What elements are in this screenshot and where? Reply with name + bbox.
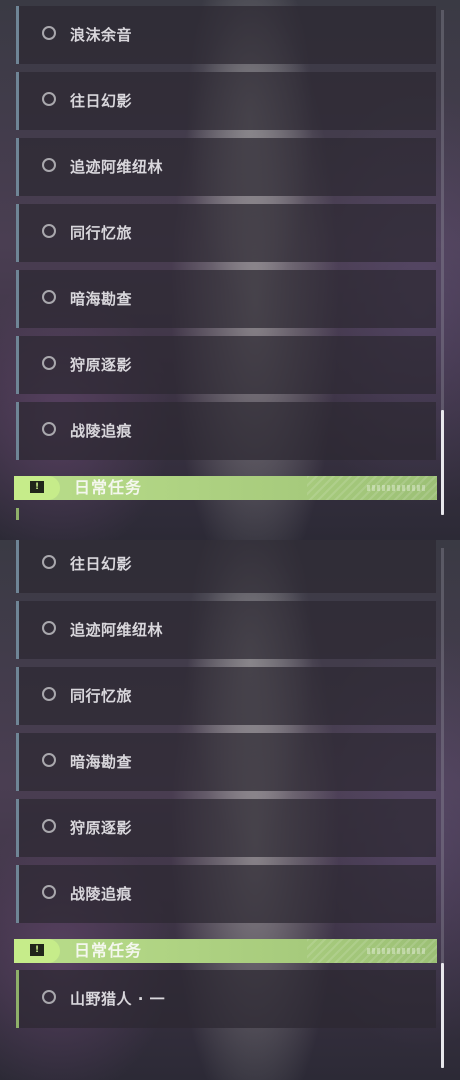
quest-item-label: 狩原逐影: [70, 356, 133, 374]
quest-item[interactable]: 狩原逐影: [16, 799, 436, 857]
quest-item[interactable]: 往日幻影: [16, 540, 436, 593]
quest-item[interactable]: 追迹阿维纽林: [16, 138, 436, 196]
quest-item-label: 同行忆旅: [70, 687, 133, 705]
quest-list-panel: 往日幻影 追迹阿维纽林 同行忆旅 暗海勘查 狩原逐影 战陵追痕 ! 日常任务 山…: [0, 540, 460, 1080]
radio-icon: [42, 92, 56, 106]
quest-item[interactable]: 狩原逐影: [16, 336, 436, 394]
radio-icon: [42, 555, 56, 569]
quest-item[interactable]: 同行忆旅: [16, 667, 436, 725]
quest-item[interactable]: 暗海勘查: [16, 270, 436, 328]
category-decoration-text: [367, 948, 427, 954]
quest-item-label: 追迹阿维纽林: [70, 621, 164, 639]
quest-item[interactable]: 战陵追痕: [16, 865, 436, 923]
quest-item[interactable]: 浪沫余音: [16, 6, 436, 64]
quest-item[interactable]: 战陵追痕: [16, 402, 436, 460]
category-icon-badge: !: [14, 939, 60, 963]
quest-item[interactable]: 同行忆旅: [16, 204, 436, 262]
radio-icon: [42, 26, 56, 40]
quest-item-label: 往日幻影: [70, 92, 133, 110]
radio-icon: [42, 621, 56, 635]
radio-icon: [42, 290, 56, 304]
quest-item[interactable]: 往日幻影: [16, 72, 436, 130]
quest-item-label: 山野猎人 · 一: [70, 990, 166, 1008]
radio-icon: [42, 819, 56, 833]
radio-icon: [42, 990, 56, 1004]
radio-icon: [42, 687, 56, 701]
exclamation-icon: !: [30, 481, 44, 493]
quest-item-label: 暗海勘查: [70, 290, 133, 308]
quest-item-label: 往日幻影: [70, 555, 133, 573]
radio-icon: [42, 885, 56, 899]
radio-icon: [42, 224, 56, 238]
daily-quest-item[interactable]: 山野猎人 · 一: [16, 970, 436, 1028]
radio-icon: [42, 753, 56, 767]
quest-item-label: 战陵追痕: [70, 885, 133, 903]
daily-item-edge: [16, 508, 19, 520]
quest-list-panel: 浪沫余音 往日幻影 追迹阿维纽林 同行忆旅 暗海勘查 狩原逐影 战陵追痕 ! 日…: [0, 0, 460, 540]
quest-item-label: 暗海勘查: [70, 753, 133, 771]
quest-item-label: 追迹阿维纽林: [70, 158, 164, 176]
quest-item[interactable]: 暗海勘查: [16, 733, 436, 791]
radio-icon: [42, 356, 56, 370]
category-icon-badge: !: [14, 476, 60, 500]
category-header-daily[interactable]: ! 日常任务: [14, 939, 437, 963]
radio-icon: [42, 422, 56, 436]
category-decoration-text: [367, 485, 427, 491]
category-title: 日常任务: [74, 941, 143, 960]
quest-item-label: 狩原逐影: [70, 819, 133, 837]
quest-item-label: 浪沫余音: [70, 26, 133, 44]
quest-item-label: 同行忆旅: [70, 224, 133, 242]
scrollbar-thumb[interactable]: [441, 410, 444, 515]
scrollbar-thumb[interactable]: [441, 963, 444, 1068]
quest-item-label: 战陵追痕: [70, 422, 133, 440]
quest-item[interactable]: 追迹阿维纽林: [16, 601, 436, 659]
radio-icon: [42, 158, 56, 172]
category-header-daily[interactable]: ! 日常任务: [14, 476, 437, 500]
category-title: 日常任务: [74, 478, 143, 497]
exclamation-icon: !: [30, 944, 44, 956]
